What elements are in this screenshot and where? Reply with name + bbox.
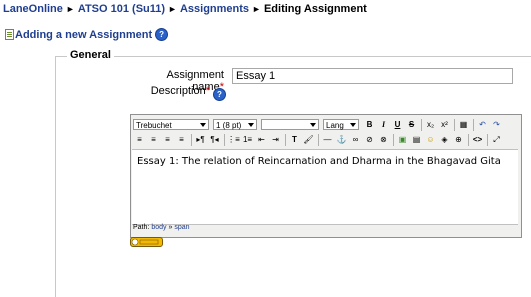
editor-toolbar-row-2: ≡ ≡ ≡ ≡ ▸¶ ¶◂ ⋮≡ 1≡ ⇤ ⇥ T 🖌 — ⚓ ∞ ⊘ ⊗ ▣ … <box>133 132 504 147</box>
heading-select[interactable] <box>261 119 319 130</box>
path-item-body[interactable]: body <box>151 224 166 231</box>
editor-toolbar-row-1: Trebuchet 1 (8 pt) Lang B I U S x₂ x² ▦ … <box>133 117 504 132</box>
toolbar-divider <box>468 133 469 146</box>
redo-button[interactable]: ↷ <box>490 119 503 131</box>
path-separator: » <box>168 224 173 231</box>
required-mark: * <box>205 85 210 97</box>
assignment-name-input[interactable]: Essay 1 <box>232 68 513 84</box>
horizontal-rule-button[interactable]: — <box>321 134 334 146</box>
insert-image-icon[interactable]: ▣ <box>396 134 409 146</box>
description-help-icon[interactable]: ? <box>213 88 226 101</box>
editor-content-area[interactable]: Essay 1: The relation of Reincarnation a… <box>132 149 518 225</box>
rtl-button[interactable]: ¶◂ <box>208 134 221 146</box>
align-center-button[interactable]: ≡ <box>147 134 160 146</box>
link-icon[interactable]: ∞ <box>349 134 362 146</box>
toolbar-divider <box>393 133 394 146</box>
html-source-button[interactable]: <> <box>471 134 484 146</box>
toolbar-divider <box>473 118 474 131</box>
breadcrumb-separator: ► <box>252 4 261 14</box>
italic-button[interactable]: I <box>377 119 390 131</box>
editor-content-text: Essay 1: The relation of Reincarnation a… <box>137 156 501 167</box>
lang-select[interactable]: Lang <box>323 119 359 130</box>
search-replace-icon[interactable]: ⊕ <box>452 134 465 146</box>
ltr-button[interactable]: ▸¶ <box>194 134 207 146</box>
strikethrough-button[interactable]: S <box>405 119 418 131</box>
description-label: Description* <box>140 85 210 97</box>
path-item-span[interactable]: span <box>174 224 189 231</box>
font-family-select[interactable]: Trebuchet <box>133 119 209 130</box>
text-color-button[interactable]: T <box>288 134 301 146</box>
chevron-down-icon <box>350 123 356 127</box>
background-color-button[interactable]: 🖌 <box>302 134 315 146</box>
indent-button[interactable]: ⇥ <box>269 134 282 146</box>
breadcrumb-link-laneonline[interactable]: LaneOnline <box>3 3 63 15</box>
toolbar-divider <box>487 133 488 146</box>
superscript-button[interactable]: x² <box>438 119 451 131</box>
page-title: Adding a new Assignment ? <box>5 28 169 41</box>
keyboard-shortcuts-icon[interactable] <box>130 237 163 247</box>
bullet-list-button[interactable]: ⋮≡ <box>227 134 240 146</box>
toolbar-divider <box>421 118 422 131</box>
smiley-icon[interactable]: ☺ <box>424 134 437 146</box>
help-icon[interactable]: ? <box>155 28 169 41</box>
chevron-down-icon <box>200 123 206 127</box>
nolink-icon[interactable]: ⊗ <box>377 134 390 146</box>
fieldset-legend: General <box>67 49 114 61</box>
toolbar-divider <box>285 133 286 146</box>
clean-word-button[interactable]: ▦ <box>457 119 470 131</box>
breadcrumb-link-course[interactable]: ATSO 101 (Su11) <box>78 3 165 15</box>
outdent-button[interactable]: ⇤ <box>255 134 268 146</box>
font-family-value: Trebuchet <box>136 121 172 130</box>
breadcrumb: LaneOnline ► ATSO 101 (Su11) ► Assignments ► E… <box>3 3 367 15</box>
toolbar-divider <box>454 118 455 131</box>
bold-button[interactable]: B <box>363 119 376 131</box>
breadcrumb-separator: ► <box>168 4 177 14</box>
keyboard-icon <box>131 238 159 246</box>
unlink-icon[interactable]: ⊘ <box>363 134 376 146</box>
breadcrumb-link-assignments[interactable]: Assignments <box>180 3 249 15</box>
font-size-select[interactable]: 1 (8 pt) <box>213 119 257 130</box>
numbered-list-button[interactable]: 1≡ <box>241 134 254 146</box>
editor-path-bar: Path: body » span <box>133 224 190 231</box>
special-char-icon[interactable]: ◈ <box>438 134 451 146</box>
chevron-down-icon <box>310 123 316 127</box>
align-left-button[interactable]: ≡ <box>133 134 146 146</box>
undo-button[interactable]: ↶ <box>476 119 489 131</box>
align-justify-button[interactable]: ≡ <box>175 134 188 146</box>
anchor-icon[interactable]: ⚓ <box>335 134 348 146</box>
breadcrumb-current: Editing Assignment <box>263 3 367 15</box>
insert-table-icon[interactable]: ▤ <box>410 134 423 146</box>
assignment-icon <box>5 29 14 40</box>
chevron-down-icon <box>248 123 254 127</box>
toolbar-divider <box>191 133 192 146</box>
underline-button[interactable]: U <box>391 119 404 131</box>
fullscreen-icon[interactable]: ⤢ <box>490 134 503 146</box>
page-title-text: Adding a new Assignment <box>15 28 153 41</box>
path-label: Path: <box>133 224 150 231</box>
font-size-value: 1 (8 pt) <box>216 121 242 130</box>
description-editor: Trebuchet 1 (8 pt) Lang B I U S x₂ x² ▦ … <box>130 114 522 238</box>
lang-value: Lang <box>326 121 344 130</box>
toolbar-divider <box>224 133 225 146</box>
align-right-button[interactable]: ≡ <box>161 134 174 146</box>
description-label-text: Description <box>150 85 206 97</box>
subscript-button[interactable]: x₂ <box>424 119 437 131</box>
toolbar-divider <box>318 133 319 146</box>
breadcrumb-separator: ► <box>65 4 75 14</box>
